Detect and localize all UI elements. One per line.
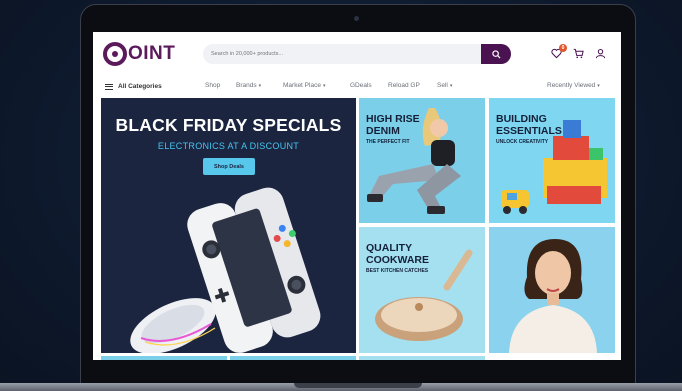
nav-item-shop[interactable]: Shop	[205, 82, 220, 89]
nav-label: GDeals	[350, 82, 372, 89]
logo-text: OINT	[128, 43, 176, 64]
building-blocks-image	[501, 120, 607, 214]
nav-label: Reload GP	[388, 82, 420, 89]
building-essentials-banner[interactable]: BUILDING ESSENTIALS UNLOCK CREATIVITY	[489, 98, 615, 223]
all-categories-menu[interactable]: All Categories	[105, 82, 162, 91]
search-input[interactable]	[203, 44, 481, 64]
wishlist-count-badge: 0	[559, 44, 567, 52]
cart-icon[interactable]	[573, 48, 584, 59]
chevron-down-icon: ▾	[258, 82, 262, 89]
nav-label: Brands	[236, 82, 257, 89]
fashion-model-banner[interactable]	[489, 227, 615, 353]
laptop-notch	[294, 383, 422, 388]
quality-cookware-banner[interactable]: QUALITY COOKWARE BEST KITCHEN CATCHES	[359, 227, 485, 353]
denim-model-image	[367, 108, 461, 214]
nav-label: Shop	[205, 82, 221, 89]
nav-item-brands[interactable]: Brands ▾	[236, 82, 261, 89]
logo-mark-icon	[103, 42, 127, 66]
gaming-controller-image	[130, 187, 321, 353]
nav-label: Market Place	[283, 82, 321, 89]
next-row-tile	[101, 356, 227, 360]
chevron-down-icon: ▾	[322, 82, 326, 89]
nav-item-sell[interactable]: Sell ▾	[437, 82, 452, 89]
next-row-tile	[230, 356, 356, 360]
search-button[interactable]	[481, 44, 511, 64]
nav-label: Sell	[437, 82, 448, 89]
category-nav: All Categories Shop Brands ▾ Market Plac…	[93, 76, 621, 96]
nav-label: Recently Viewed	[547, 82, 596, 89]
nav-item-reload-gp[interactable]: Reload GP	[388, 82, 420, 89]
frying-pan-image	[375, 249, 473, 341]
black-friday-banner[interactable]: BLACK FRIDAY SPECIALS ELECTRONICS AT A D…	[101, 98, 356, 353]
chevron-down-icon: ▾	[597, 82, 600, 89]
chevron-down-icon: ▾	[449, 82, 453, 89]
woman-portrait-image	[509, 239, 597, 353]
user-icon[interactable]	[595, 48, 606, 59]
nav-item-gdeals[interactable]: GDeals	[350, 82, 372, 89]
site-logo[interactable]: OINT	[103, 40, 175, 68]
high-rise-denim-banner[interactable]: HIGH RISE DENIM THE PERFECT FIT	[359, 98, 485, 223]
nav-item-market-place[interactable]: Market Place ▾	[283, 82, 325, 89]
webcam-icon	[354, 16, 359, 21]
browser-screen: OINT 0 All Categ	[93, 32, 621, 360]
recently-viewed-menu[interactable]: Recently Viewed ▾	[547, 82, 600, 89]
menu-icon	[105, 82, 113, 91]
next-row-tile	[359, 356, 485, 360]
search-bar	[203, 44, 511, 64]
search-icon	[491, 49, 501, 59]
site-header: OINT 0	[93, 32, 621, 76]
all-categories-label: All Categories	[118, 83, 162, 90]
